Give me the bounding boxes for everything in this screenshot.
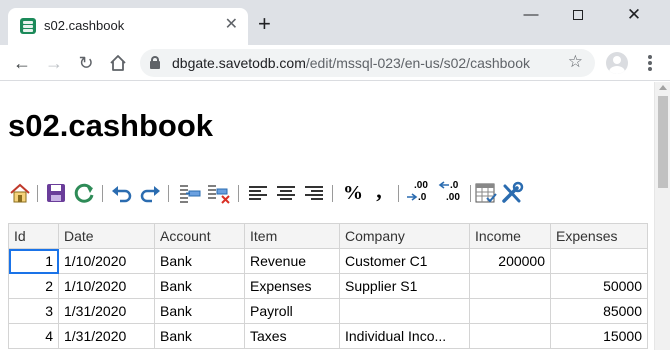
cell-date[interactable]: 1/10/2020 (58, 273, 155, 299)
scroll-up-arrow-icon[interactable] (659, 85, 667, 90)
cell-item[interactable]: Taxes (244, 323, 340, 349)
back-arrow-icon[interactable]: ← (10, 51, 34, 75)
cell-id[interactable]: 1 (8, 248, 59, 274)
page-title: s02.cashbook (8, 108, 214, 143)
column-header-company[interactable]: Company (339, 223, 470, 249)
table-row: 3 1/31/2020 Bank Payroll 85000 (8, 298, 648, 324)
minimize-button[interactable]: — (508, 5, 554, 29)
page-content: s02.cashbook % , .00 .0 .0 .00 Id Date A… (0, 82, 654, 350)
url-text: dbgate.savetodb.com/edit/mssql-023/en-us… (172, 55, 530, 71)
cell-income[interactable] (469, 323, 551, 349)
table-row: 1 1/10/2020 Bank Revenue Customer C1 200… (8, 248, 648, 274)
decrease-decimal-top: .0 (450, 180, 459, 191)
url-host: dbgate.savetodb.com (172, 55, 306, 71)
save-icon[interactable] (44, 180, 68, 206)
align-left-icon[interactable] (246, 180, 270, 206)
toolbar-separator (398, 185, 399, 202)
grid-toolbar: % , .00 .0 .0 .00 (8, 180, 648, 206)
database-favicon-icon (20, 18, 36, 34)
scrollbar-thumb[interactable] (658, 96, 668, 188)
table-row: 4 1/31/2020 Bank Taxes Individual Inco..… (8, 323, 648, 349)
maximize-icon (573, 10, 583, 20)
delete-row-icon[interactable] (206, 180, 232, 206)
cell-company[interactable]: Supplier S1 (339, 273, 470, 299)
cell-income[interactable] (469, 298, 551, 324)
redo-icon[interactable] (138, 180, 162, 206)
arrow-right-icon (407, 193, 418, 201)
tab-close-icon[interactable]: ✕ (225, 16, 238, 34)
column-header-account[interactable]: Account (154, 223, 245, 249)
cell-date[interactable]: 1/31/2020 (58, 323, 155, 349)
percent-format-button[interactable]: % (342, 180, 364, 206)
toolbar-separator (238, 185, 239, 202)
insert-row-icon[interactable] (176, 180, 202, 206)
increase-decimal-bottom: .0 (418, 192, 427, 203)
url-path: /edit/mssql-023/en-us/s02/cashbook (305, 55, 530, 71)
refresh-icon[interactable] (72, 180, 96, 206)
address-bar[interactable]: dbgate.savetodb.com/edit/mssql-023/en-us… (140, 49, 595, 77)
thousands-separator-button[interactable]: , (370, 180, 388, 206)
cell-date[interactable]: 1/10/2020 (58, 248, 155, 274)
cell-item[interactable]: Revenue (244, 248, 340, 274)
cell-account[interactable]: Bank (154, 298, 245, 324)
home-icon[interactable] (106, 51, 130, 75)
bookmark-star-icon[interactable]: ☆ (568, 52, 583, 72)
forward-arrow-icon[interactable]: → (42, 51, 66, 75)
table-header-row: Id Date Account Item Company Income Expe… (8, 223, 648, 249)
column-header-id[interactable]: Id (8, 223, 59, 249)
cell-item[interactable]: Expenses (244, 273, 340, 299)
column-header-expenses[interactable]: Expenses (550, 223, 648, 249)
browser-tab-strip: s02.cashbook ✕ + — ✕ (0, 0, 670, 45)
cell-expenses[interactable] (550, 248, 648, 274)
cell-company[interactable] (339, 298, 470, 324)
cell-expenses[interactable]: 85000 (550, 298, 648, 324)
increase-decimal-top: .00 (414, 180, 428, 191)
new-tab-button[interactable]: + (258, 13, 271, 35)
close-window-button[interactable]: ✕ (611, 5, 657, 29)
cell-company[interactable]: Individual Inco... (339, 323, 470, 349)
toolbar-separator (102, 185, 103, 202)
cell-income[interactable] (469, 273, 551, 299)
maximize-button[interactable] (555, 5, 601, 29)
lock-icon (150, 56, 160, 69)
cell-income[interactable]: 200000 (469, 248, 551, 274)
tab-title: s02.cashbook (44, 18, 125, 33)
cell-id[interactable]: 3 (8, 298, 59, 324)
tools-icon[interactable] (500, 180, 524, 206)
profile-avatar-icon[interactable] (606, 52, 628, 74)
increase-decimal-button[interactable]: .00 .0 (406, 180, 432, 206)
cell-expenses[interactable]: 50000 (550, 273, 648, 299)
table-view-icon[interactable] (474, 180, 498, 206)
arrow-left-icon (438, 181, 449, 189)
decrease-decimal-button[interactable]: .0 .00 (438, 180, 464, 206)
cell-id[interactable]: 2 (8, 273, 59, 299)
align-right-icon[interactable] (302, 180, 326, 206)
cell-account[interactable]: Bank (154, 248, 245, 274)
cell-id[interactable]: 4 (8, 323, 59, 349)
cell-date[interactable]: 1/31/2020 (58, 298, 155, 324)
reload-icon[interactable]: ↻ (74, 51, 98, 75)
column-header-item[interactable]: Item (244, 223, 340, 249)
browser-tab[interactable]: s02.cashbook ✕ (8, 8, 248, 45)
cell-expenses[interactable]: 15000 (550, 323, 648, 349)
align-center-icon[interactable] (274, 180, 298, 206)
toolbar-separator (470, 185, 471, 202)
undo-icon[interactable] (110, 180, 134, 206)
decrease-decimal-bottom: .00 (446, 192, 460, 203)
toolbar-separator (37, 185, 38, 202)
cell-item[interactable]: Payroll (244, 298, 340, 324)
column-header-income[interactable]: Income (469, 223, 551, 249)
cell-account[interactable]: Bank (154, 323, 245, 349)
table-row: 2 1/10/2020 Bank Expenses Supplier S1 50… (8, 273, 648, 299)
browser-toolbar: ← → ↻ dbgate.savetodb.com/edit/mssql-023… (0, 45, 670, 81)
cell-account[interactable]: Bank (154, 273, 245, 299)
browser-menu-icon[interactable] (640, 52, 660, 74)
column-header-date[interactable]: Date (58, 223, 155, 249)
home-icon[interactable] (8, 180, 32, 206)
cashbook-table: Id Date Account Item Company Income Expe… (8, 223, 648, 349)
vertical-scrollbar[interactable] (654, 82, 670, 350)
toolbar-separator (332, 185, 333, 202)
toolbar-separator (168, 185, 169, 202)
cell-company[interactable]: Customer C1 (339, 248, 470, 274)
